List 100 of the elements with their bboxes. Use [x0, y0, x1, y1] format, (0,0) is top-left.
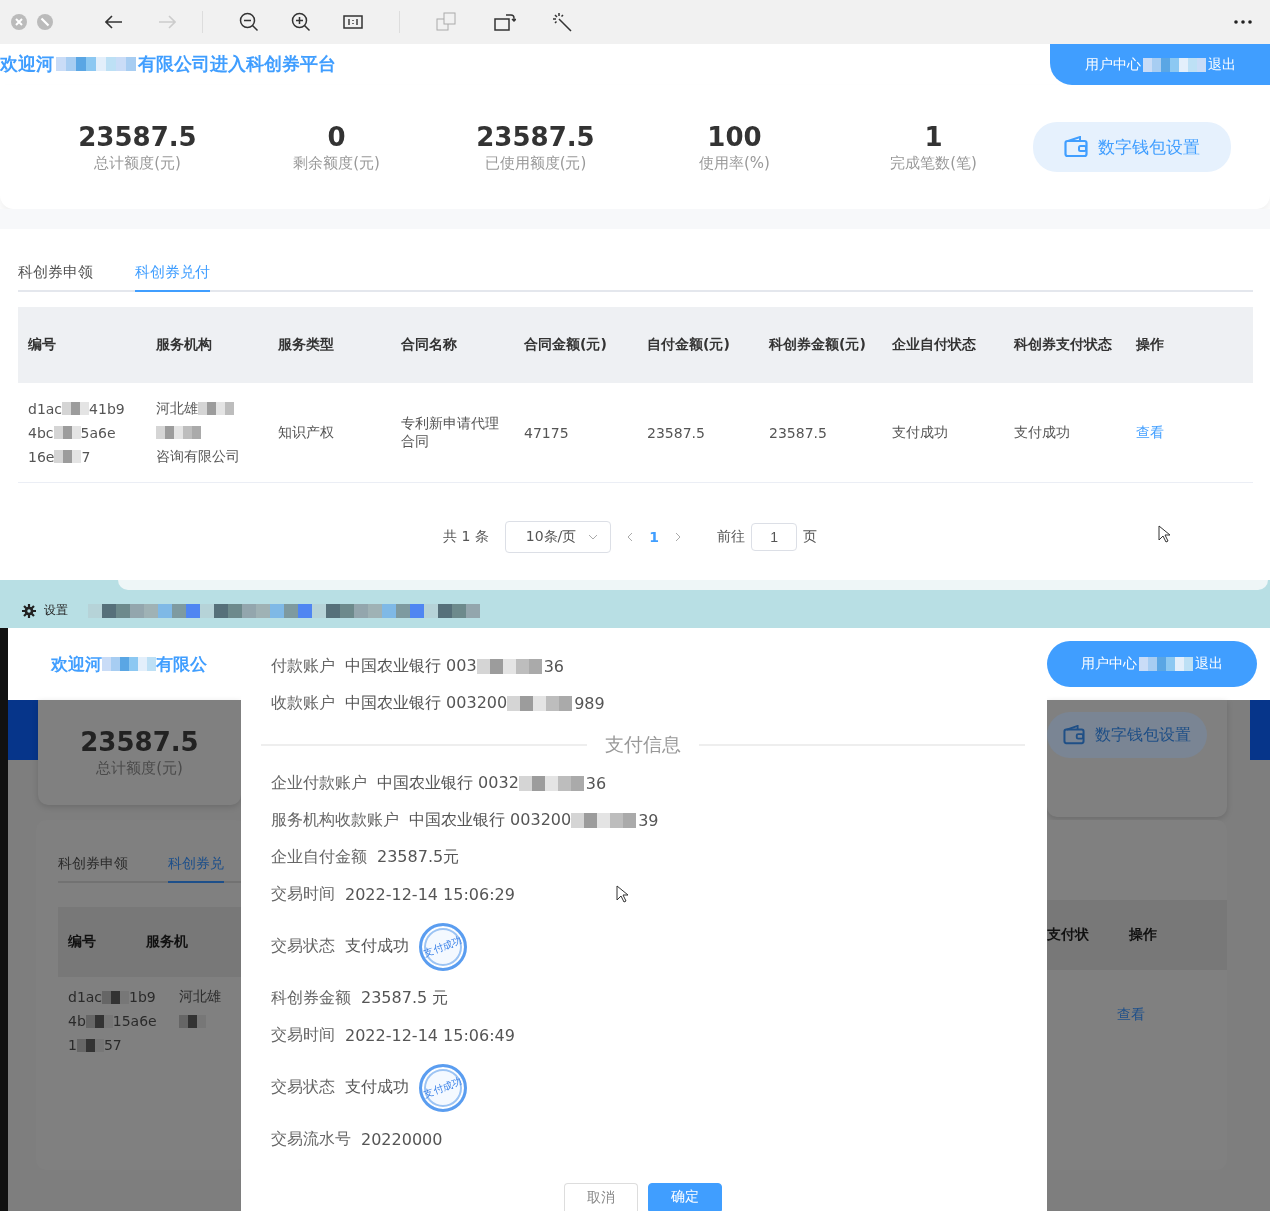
id-fragment: 41b9: [89, 400, 125, 417]
page-number[interactable]: 1: [649, 529, 660, 545]
table-cell-text: 支付成功: [891, 423, 949, 442]
column-header: 支付状: [1047, 926, 1089, 944]
column-header: 编号: [27, 336, 57, 354]
field-label: 企业自付金额: [271, 847, 367, 868]
column-header: 操作: [1129, 926, 1157, 944]
side-accent-bar: [8, 700, 38, 760]
table-cell-text: 23587.5: [768, 424, 828, 441]
caret-icon: [588, 534, 599, 540]
cursor-icon: [1158, 525, 1170, 543]
user-center-button[interactable]: 用户中心 退出: [1050, 44, 1270, 85]
redaction-mosaic: [76, 1038, 104, 1052]
id-fragment: d1ac: [28, 400, 63, 417]
more-icon[interactable]: [1234, 20, 1252, 24]
field-value: 支付成功: [345, 1077, 409, 1098]
page-unit: 页: [803, 528, 818, 546]
redaction-mosaic: [102, 657, 156, 671]
page-input[interactable]: 1: [751, 523, 798, 551]
welcome-title: 欢迎河 有限公: [51, 652, 207, 676]
cursor-icon: [616, 885, 628, 903]
table-cell-text: 47175: [523, 424, 570, 441]
field-label: 收款账户: [271, 693, 335, 714]
org-name-fragment: 河北雄: [178, 988, 221, 1006]
id-fragment: 57: [103, 1037, 122, 1053]
field-value: 中国农业银行 003: [345, 656, 477, 677]
redaction-mosaic: [62, 402, 90, 415]
redaction-mosaic: [507, 696, 573, 711]
field-value: 989: [574, 694, 605, 713]
redaction-mosaic: [85, 1014, 113, 1028]
tab[interactable]: 科创券申领: [18, 263, 93, 292]
field-label: 交易状态: [271, 936, 335, 957]
stat-value: 100: [707, 121, 762, 152]
tab[interactable]: 科创券申领: [58, 855, 128, 881]
back-arrow-icon[interactable]: [105, 15, 123, 29]
id-fragment: 1b9: [129, 989, 156, 1005]
id-fragment: 15a6e: [112, 1013, 157, 1029]
stat-label: 剩余额度(元): [293, 153, 380, 173]
column-header: 服务机: [146, 933, 188, 951]
actual-size-icon[interactable]: [343, 15, 363, 29]
view-link[interactable]: 查看: [1117, 1006, 1145, 1024]
cancel-button[interactable]: 取消: [564, 1183, 638, 1211]
org-name-fragment: 河北雄: [156, 399, 198, 418]
total-count: 共 1 条: [442, 528, 489, 546]
confirm-button[interactable]: 确定: [648, 1183, 722, 1211]
redaction-mosaic: [518, 776, 584, 791]
bookmark-label[interactable]: 设置: [44, 602, 68, 619]
stat-value: 1: [924, 121, 943, 152]
tab[interactable]: 科创券兑: [168, 855, 224, 883]
column-header: 科创券金额(元): [767, 336, 867, 354]
redaction-mosaic: [102, 990, 130, 1004]
redaction-mosaic: [54, 450, 82, 463]
field-value: 36: [585, 774, 607, 793]
user-center-button[interactable]: 用户中心 退出: [1047, 641, 1257, 687]
id-fragment: 7: [81, 448, 91, 465]
field-label: 企业付款账户: [271, 773, 367, 794]
tab[interactable]: 科创券兑付: [135, 263, 210, 292]
field-value: 支付成功: [345, 936, 409, 957]
field-value: 23587.5 元: [361, 988, 449, 1009]
id-fragment: 16e: [28, 448, 55, 465]
column-header: 自付金额(元): [646, 336, 731, 354]
redaction-mosaic: [571, 813, 637, 828]
wallet-settings-button[interactable]: 数字钱包设置: [1047, 712, 1207, 758]
field-value: 中国农业银行 003200: [345, 693, 508, 714]
redaction-mosaic: [198, 402, 234, 415]
magic-wand-icon[interactable]: [552, 12, 572, 32]
side-accent-bar: [1250, 700, 1270, 760]
field-value: 39: [638, 811, 659, 830]
field-value: 23587.5元: [377, 847, 460, 868]
table-cell-text: 23587.5: [646, 424, 706, 441]
zoom-out-icon[interactable]: [239, 12, 259, 32]
field-label: 付款账户: [271, 656, 335, 677]
field-value: 中国农业银行 003200: [409, 810, 572, 831]
wallet-settings-button[interactable]: 数字钱包设置: [1033, 122, 1231, 172]
field-label: 交易时间: [271, 884, 335, 905]
settings-icon[interactable]: [22, 603, 36, 618]
column-header: 服务类型: [277, 336, 335, 354]
stat-label: 使用率(%): [699, 153, 770, 173]
id-fragment: 4b: [68, 1013, 86, 1029]
rotate-icon[interactable]: [494, 12, 516, 32]
field-label: 交易状态: [271, 1077, 335, 1098]
redaction-mosaic: [476, 659, 542, 674]
column-header: 编号: [68, 933, 96, 951]
column-header: 合同名称: [400, 336, 458, 354]
view-link[interactable]: 查看: [1136, 423, 1164, 440]
redaction-mosaic: [178, 1014, 206, 1028]
org-name-fragment: 咨询有限公司: [156, 447, 240, 466]
field-value: 36: [543, 657, 564, 676]
id-fragment: d1ac: [68, 989, 103, 1005]
column-header: 服务机构: [155, 336, 213, 354]
stamp: 支付成功: [419, 1063, 467, 1112]
goto-label: 前往: [717, 528, 746, 546]
page-size-select[interactable]: 10条/页: [504, 521, 612, 553]
field-value: 2022-12-14 15:06:49: [345, 1026, 515, 1045]
stamp: 支付成功: [419, 922, 467, 971]
zoom-in-icon[interactable]: [291, 12, 311, 32]
section-title: 支付信息: [605, 732, 681, 757]
stat-value: 23587.5: [80, 727, 199, 757]
stat-value: 23587.5: [78, 121, 197, 152]
redaction-mosaic: [53, 426, 81, 439]
